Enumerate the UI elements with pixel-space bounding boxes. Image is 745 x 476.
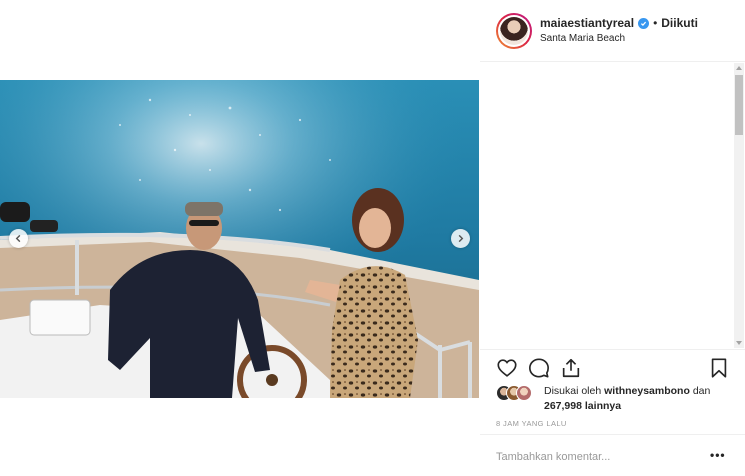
post-side-panel: maiaestiantyreal • Diikuti Santa Maria B… [480, 0, 745, 476]
scroll-up-arrow-icon[interactable] [736, 66, 742, 70]
scroll-down-arrow-icon[interactable] [736, 341, 742, 345]
share-icon [562, 358, 580, 378]
likes-summary: Disukai oleh withneysambono dan 267,998 … [496, 384, 736, 416]
avatar-ring [498, 15, 530, 47]
verified-badge-icon [638, 17, 650, 29]
post-timestamp[interactable]: 8 JAM YANG LALU [496, 419, 567, 428]
chevron-right-icon [458, 234, 464, 243]
bookmark-icon [711, 358, 727, 378]
heart-icon [497, 359, 517, 377]
likes-conj: dan [692, 385, 711, 397]
post-actions [480, 349, 745, 385]
comments-list[interactable] [480, 63, 745, 348]
add-comment-bar: ••• [480, 434, 745, 476]
username-link[interactable]: maiaestiantyreal [540, 16, 634, 30]
likes-count-link[interactable]: 267,998 [544, 400, 582, 412]
chevron-left-icon [15, 234, 21, 243]
comments-scrollbar[interactable] [734, 63, 744, 348]
more-options-icon[interactable]: ••• [710, 448, 730, 462]
likes-text: Disukai oleh withneysambono dan 267,998 … [544, 384, 734, 414]
location-link[interactable]: Santa Maria Beach [540, 33, 625, 44]
comment-button[interactable] [528, 357, 550, 379]
post-photo[interactable] [0, 80, 479, 398]
liker-avatar[interactable] [516, 385, 532, 401]
previous-photo-button[interactable] [9, 229, 28, 248]
avatar[interactable] [496, 13, 532, 49]
scroll-thumb[interactable] [735, 75, 743, 135]
liker-username-link[interactable]: withneysambono [604, 385, 690, 397]
comment-input[interactable] [496, 449, 696, 465]
username-row: maiaestiantyreal • Diikuti [540, 16, 698, 30]
comment-icon [529, 358, 549, 378]
next-photo-button[interactable] [451, 229, 470, 248]
instagram-post-view: maiaestiantyreal • Diikuti Santa Maria B… [0, 0, 745, 476]
like-button[interactable] [496, 357, 518, 379]
save-button[interactable] [708, 357, 730, 379]
photo-illustration [0, 80, 479, 398]
likes-suffix[interactable]: lainnya [585, 400, 621, 412]
post-header: maiaestiantyreal • Diikuti Santa Maria B… [480, 0, 745, 62]
following-button[interactable]: Diikuti [661, 16, 698, 30]
separator-dot: • [653, 16, 658, 30]
avatar-image [500, 17, 528, 45]
share-button[interactable] [560, 357, 582, 379]
likes-prefix: Disukai oleh [544, 385, 602, 397]
